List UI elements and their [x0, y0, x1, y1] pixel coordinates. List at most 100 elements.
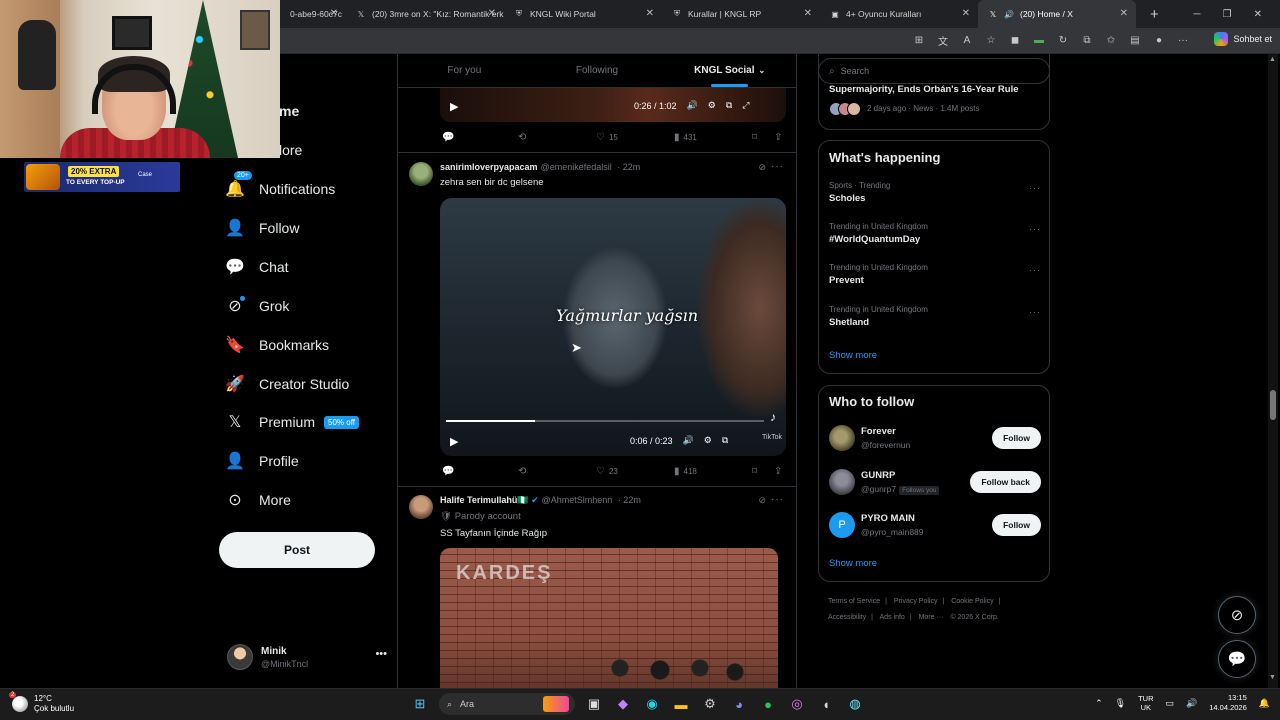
translate-icon[interactable]: 文	[936, 33, 950, 48]
more-dots-icon[interactable]: ···	[1029, 224, 1041, 234]
file-explorer-icon[interactable]: ▬	[671, 693, 691, 715]
browser-tab[interactable]: ⛨ Kurallar | KNGL RP ✕	[662, 0, 820, 28]
close-icon[interactable]: ✕	[330, 8, 338, 19]
taskbar-search[interactable]: ⌕ Ara	[439, 693, 575, 715]
notification-bell-icon[interactable]: 🔔	[1259, 698, 1270, 709]
tab-kngl-social[interactable]: KNGL Social ⌄	[663, 54, 796, 87]
volume-icon[interactable]: 🔊	[1186, 698, 1197, 709]
discord-icon[interactable]: ◕	[729, 693, 749, 715]
video-player[interactable]: ▶ 0:26 / 1:02 🔊 ⚙ ⧉ ⤢	[440, 88, 786, 122]
browser-tab[interactable]: 0-abe9-60c7c ✕	[280, 0, 346, 28]
nav-profile[interactable]: 👤 Profile	[225, 446, 299, 476]
collections-icon[interactable]: ▤	[1128, 33, 1142, 47]
trend-item[interactable]: Trending in United Kingdom Shetland ···	[829, 305, 1041, 339]
grok-fab-button[interactable]: ⊘	[1218, 596, 1256, 634]
follow-button[interactable]: Follow	[992, 427, 1041, 449]
footer-link[interactable]: Accessibility	[828, 614, 866, 621]
nav-explore[interactable]: lore	[279, 135, 302, 165]
close-icon[interactable]: ✕	[1120, 8, 1128, 19]
weather-widget[interactable]: 2 12°C Çok bulutlu	[9, 692, 74, 714]
minimize-icon[interactable]: ─	[1194, 9, 1201, 20]
close-window-icon[interactable]: ✕	[1254, 9, 1262, 20]
split-screen-icon[interactable]: ⧉	[1080, 33, 1094, 47]
views-button[interactable]: ▮ 418	[674, 466, 697, 477]
spotify-icon[interactable]: ●	[758, 693, 778, 715]
close-icon[interactable]: ✕	[646, 8, 654, 19]
nav-bookmarks[interactable]: 🔖 Bookmarks	[225, 330, 329, 360]
trend-item[interactable]: Trending in United Kingdom #WorldQuantum…	[829, 222, 1041, 256]
more-dots-icon[interactable]: ···	[1029, 183, 1041, 193]
clock[interactable]: 13:15 14.04.2026	[1209, 693, 1247, 713]
pip-icon[interactable]: ⧉	[722, 435, 728, 446]
extension-icon[interactable]: ◼	[1008, 33, 1022, 47]
grok-icon[interactable]: ⊘	[758, 495, 766, 506]
browser-tab[interactable]: 𝕏 (20) 3mre on X: "Kız: Romantik erk ✕	[346, 0, 504, 28]
footer-link[interactable]: Terms of Service	[828, 598, 880, 605]
footer-link[interactable]: Ads info	[880, 614, 905, 621]
menu-dots-icon[interactable]: ···	[1176, 33, 1190, 47]
follow-suggestion[interactable]: P PYRO MAIN @pyro_main889 Follow	[829, 510, 1041, 540]
app-icon[interactable]: ◖	[816, 693, 836, 715]
trend-item[interactable]: Trending in United Kingdom Prevent ···	[829, 263, 1041, 297]
scrollbar[interactable]: ▲ ▼	[1268, 54, 1278, 688]
chat-fab-button[interactable]: 💬	[1218, 640, 1256, 678]
views-button[interactable]: ▮ 431	[674, 132, 697, 143]
retweet-button[interactable]: ⟲	[518, 466, 526, 477]
settings-icon[interactable]: ⚙	[708, 100, 716, 111]
share-button[interactable]: ⇪	[774, 132, 782, 143]
account-switcher[interactable]: Minik @MinikTncl •••	[227, 640, 387, 674]
nav-premium[interactable]: 𝕏 Premium 50% off	[225, 407, 359, 437]
follow-suggestion[interactable]: Forever @forevernun Follow	[829, 423, 1041, 453]
footer-link[interactable]: Privacy Policy	[894, 598, 938, 605]
refresh-icon[interactable]: ↻	[1056, 33, 1070, 47]
scrollbar-thumb[interactable]	[1270, 390, 1276, 420]
avatar[interactable]	[409, 495, 433, 519]
language-indicator[interactable]: TUR UK	[1138, 694, 1153, 712]
favorites-icon[interactable]: ✩	[1104, 33, 1118, 47]
more-dots-icon[interactable]: •••	[375, 648, 387, 660]
display-name[interactable]: Halife Terimullahü🇳🇬	[440, 495, 529, 505]
fullscreen-icon[interactable]: ⤢	[742, 100, 749, 111]
play-icon[interactable]: ▶	[450, 100, 458, 113]
like-button[interactable]: ♡ 15	[596, 132, 618, 143]
trend-item[interactable]: Sports · Trending Scholes ···	[829, 181, 1041, 215]
more-dots-icon[interactable]: ···	[771, 494, 784, 505]
follow-button[interactable]: Follow	[992, 514, 1041, 536]
play-icon[interactable]: ▶	[450, 435, 458, 448]
avatar[interactable]	[409, 162, 433, 186]
close-icon[interactable]: ✕	[804, 8, 812, 19]
chevron-up-icon[interactable]: ⌃	[1095, 698, 1103, 709]
browser-tab[interactable]: ▣ 4+ Oyuncu Kuralları ✕	[820, 0, 978, 28]
network-icon[interactable]: ▭	[1166, 698, 1175, 709]
more-dots-icon[interactable]: ···	[771, 161, 784, 172]
show-more-link[interactable]: Show more	[829, 558, 877, 569]
volume-icon[interactable]: 🔊	[683, 435, 694, 446]
tweet-image[interactable]: KARDEŞ	[440, 548, 778, 688]
grok-icon[interactable]: ⊘	[758, 162, 766, 173]
browser-tab-active[interactable]: 𝕏 🔊 (20) Home / X ✕	[978, 0, 1136, 28]
timestamp[interactable]: · 22m	[618, 495, 641, 505]
footer-link[interactable]: Cookie Policy	[951, 598, 993, 605]
settings-icon[interactable]: ⚙	[704, 435, 712, 446]
display-name[interactable]: sanirimloverpyapacam	[440, 162, 538, 172]
tab-for-you[interactable]: For you	[398, 54, 531, 87]
post-button[interactable]: Post	[219, 532, 375, 568]
footer-link[interactable]: More ···	[919, 614, 944, 621]
close-icon[interactable]: ✕	[488, 8, 496, 19]
nav-notifications[interactable]: 🔔 20+ Notifications	[225, 171, 335, 204]
restore-icon[interactable]: ❐	[1223, 9, 1232, 20]
share-button[interactable]: ⇪	[774, 466, 782, 477]
windows-start-icon[interactable]: ⊞	[410, 693, 430, 715]
browser-tab[interactable]: ⛨ KNGL Wiki Portal ✕	[504, 0, 662, 28]
volume-icon[interactable]: 🔊	[687, 100, 698, 111]
show-more-link[interactable]: Show more	[829, 350, 877, 361]
scroll-down-icon[interactable]: ▼	[1269, 674, 1276, 681]
video-player[interactable]: Yağmurlar yağsın ➤ ♪ TikTok ▶ 0:06 / 0:2…	[440, 198, 786, 456]
scroll-up-icon[interactable]: ▲	[1269, 56, 1276, 63]
read-aloud-icon[interactable]: A	[960, 33, 974, 47]
bookmark-button[interactable]: ⌑	[752, 466, 757, 477]
video-progress-bar[interactable]	[446, 420, 764, 422]
microphone-icon[interactable]: 🎙	[1115, 698, 1126, 709]
follow-back-button[interactable]: Follow back	[970, 471, 1041, 493]
reply-button[interactable]: 💬	[442, 466, 454, 477]
